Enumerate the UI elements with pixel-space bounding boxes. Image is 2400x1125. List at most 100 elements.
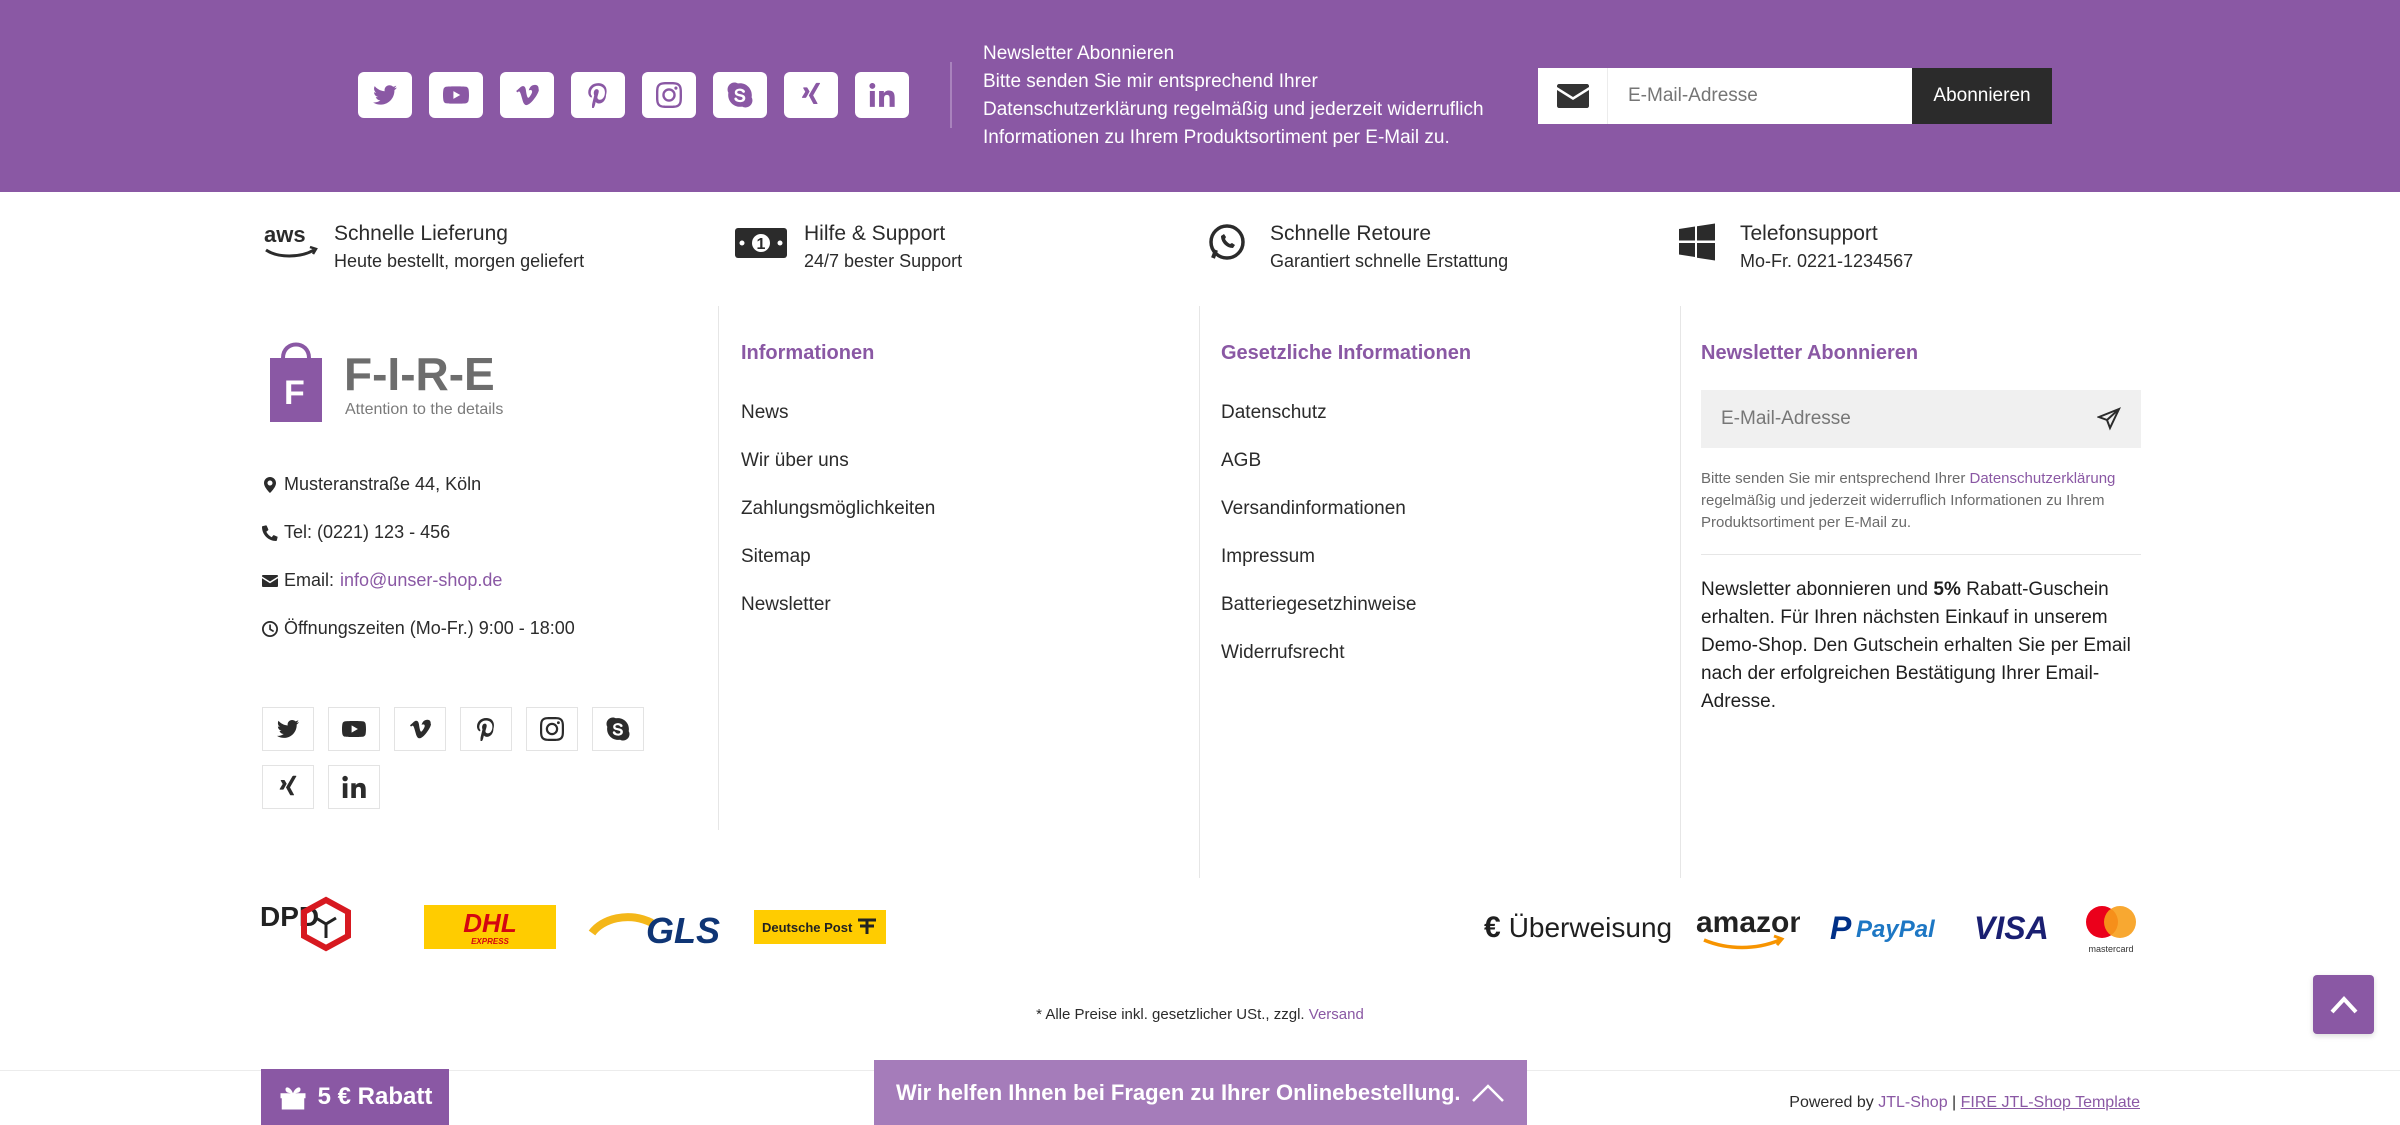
pinterest-link[interactable]: [571, 72, 625, 118]
shop-logo[interactable]: F F-I-R-E Attention to the details: [262, 342, 522, 424]
amazon-logo: amazon: [1694, 900, 1800, 956]
footer-link-impressum[interactable]: Impressum: [1221, 542, 1416, 590]
svg-text:aws: aws: [264, 222, 306, 247]
company-hours: Öffnungszeiten (Mo-Fr.) 9:00 - 18:00: [262, 618, 575, 639]
instagram-link[interactable]: [642, 72, 696, 118]
top-subscribe-button[interactable]: Abonnieren: [1912, 68, 2052, 124]
top-newsletter-form: Abonnieren: [1538, 68, 2052, 124]
powered-by-text: Powered by: [1789, 1094, 1874, 1111]
legal-heading: Gesetzliche Informationen: [1221, 342, 1472, 364]
logo-letter: F: [284, 374, 305, 412]
instagram-link[interactable]: [526, 707, 578, 751]
skype-icon: [606, 717, 630, 741]
usp-icon-box: [1668, 220, 1726, 264]
vimeo-link[interactable]: [500, 72, 554, 118]
powered-by: Powered by JTL-Shop | FIRE JTL-Shop Temp…: [1789, 1094, 2140, 1112]
logo-tagline: Attention to the details: [345, 401, 503, 418]
youtube-link[interactable]: [429, 72, 483, 118]
footer-link-about[interactable]: Wir über uns: [741, 446, 935, 494]
chevron-up-icon[interactable]: [1471, 1083, 1505, 1103]
skype-link[interactable]: [713, 72, 767, 118]
windows-icon: [1679, 223, 1715, 261]
clock-icon: [262, 620, 278, 637]
footer-link-widerruf[interactable]: Widerrufsrecht: [1221, 638, 1416, 686]
footer-link-agb[interactable]: AGB: [1221, 446, 1416, 494]
newsletter-promo: Newsletter abonnieren und 5% Rabatt-Gusc…: [1701, 576, 2151, 716]
email-link[interactable]: info@unser-shop.de: [340, 570, 502, 591]
footer-link-batterie[interactable]: Batteriegesetzhinweise: [1221, 590, 1416, 638]
footer-link-versand[interactable]: Versandinformationen: [1221, 494, 1416, 542]
vimeo-icon: [410, 719, 431, 739]
price-note: * Alle Preise inkl. gesetzlicher USt., z…: [0, 1006, 2400, 1023]
promo-text-pre: Newsletter abonnieren und: [1701, 579, 1929, 600]
youtube-link[interactable]: [328, 707, 380, 751]
usp-title: Hilfe & Support: [804, 222, 946, 245]
footer-link-datenschutz[interactable]: Datenschutz: [1221, 398, 1416, 446]
top-divider: [950, 62, 952, 128]
newsletter-email-field[interactable]: E-Mail-Adresse: [1701, 390, 2141, 448]
youtube-icon: [443, 86, 469, 104]
newsletter-top-band: Newsletter Abonnieren Bitte senden Sie m…: [0, 0, 2400, 192]
skype-link[interactable]: [592, 707, 644, 751]
hours-text: Öffnungszeiten (Mo-Fr.) 9:00 - 18:00: [284, 618, 575, 638]
top-email-input[interactable]: [1608, 68, 1912, 124]
xing-link[interactable]: [784, 72, 838, 118]
footer-social-links: [262, 707, 662, 809]
vimeo-link[interactable]: [394, 707, 446, 751]
envelope-icon: [262, 574, 278, 587]
visa-text: VISA: [1974, 909, 2049, 946]
youtube-icon: [342, 721, 366, 737]
pinterest-link[interactable]: [460, 707, 512, 751]
column-divider: [1199, 306, 1200, 878]
post-text: Deutsche Post: [762, 920, 853, 935]
consent-text-post: regelmäßig und jederzeit widerruflich In…: [1701, 492, 2105, 531]
twitter-icon: [277, 720, 299, 738]
phone-text: Tel: (0221) 123 - 456: [284, 522, 451, 542]
usp-telefonsupport: Telefonsupport Mo-Fr. 0221-1234567: [1668, 220, 1913, 274]
twitter-link[interactable]: [358, 72, 412, 118]
email-label: Email:: [284, 570, 335, 590]
footer-link-sitemap[interactable]: Sitemap: [741, 542, 935, 590]
aws-icon: aws: [264, 222, 318, 258]
pinterest-icon: [588, 83, 607, 108]
newsletter-consent-text: Bitte senden Sie mir entsprechend Ihrer …: [1701, 468, 2141, 534]
consent-text-pre: Bitte senden Sie mir entsprechend Ihrer: [1701, 470, 1966, 487]
powered-separator: |: [1952, 1094, 1957, 1111]
help-chat-bar[interactable]: Wir helfen Ihnen bei Fragen zu Ihrer Onl…: [874, 1060, 1527, 1125]
footer-link-newsletter[interactable]: Newsletter: [741, 590, 935, 638]
dhl-logo: DHL EXPRESS: [424, 892, 556, 962]
linkedin-link[interactable]: [855, 72, 909, 118]
visa-logo: VISA: [1974, 900, 2050, 956]
usp-icon-box: 1: [732, 220, 790, 264]
back-to-top-button[interactable]: [2313, 975, 2374, 1034]
privacy-policy-link[interactable]: Datenschutzerklärung: [1969, 470, 2115, 487]
xing-link[interactable]: [262, 765, 314, 809]
instagram-icon: [656, 82, 682, 108]
usp-title: Telefonsupport: [1740, 222, 1878, 245]
rabatt-button[interactable]: 5 € Rabatt: [261, 1069, 449, 1125]
map-marker-icon: [264, 476, 276, 493]
usp-subtitle: Mo-Fr. 0221-1234567: [1740, 251, 1914, 271]
paypal-p: P: [1830, 910, 1852, 946]
euro-icon: €: [1484, 911, 1501, 944]
dhl-text: DHL: [463, 908, 516, 938]
jtl-shop-link[interactable]: JTL-Shop: [1878, 1094, 1947, 1111]
twitter-link[interactable]: [262, 707, 314, 751]
fire-template-link[interactable]: FIRE JTL-Shop Template: [1961, 1094, 2140, 1111]
top-newsletter-description: Bitte senden Sie mir entsprechend Ihrer …: [983, 71, 1484, 148]
newsletter-divider: [1701, 554, 2141, 555]
usp-subtitle: Garantiert schnelle Erstattung: [1270, 251, 1509, 271]
xing-icon: [279, 775, 297, 796]
ueberweisung-logo: € Überweisung: [1484, 900, 1672, 956]
linkedin-link[interactable]: [328, 765, 380, 809]
vimeo-icon: [516, 84, 539, 106]
dpd-logo: DPD: [260, 892, 356, 962]
paypal-logo: P PayPal: [1830, 900, 1944, 956]
versand-link[interactable]: Versand: [1309, 1006, 1364, 1023]
footer-link-news[interactable]: News: [741, 398, 935, 446]
send-icon[interactable]: [2097, 407, 2121, 431]
footer-link-payment[interactable]: Zahlungsmöglichkeiten: [741, 494, 935, 542]
usp-title: Schnelle Retoure: [1270, 222, 1432, 245]
info-heading: Informationen: [741, 342, 875, 364]
gift-icon: [280, 1087, 306, 1110]
